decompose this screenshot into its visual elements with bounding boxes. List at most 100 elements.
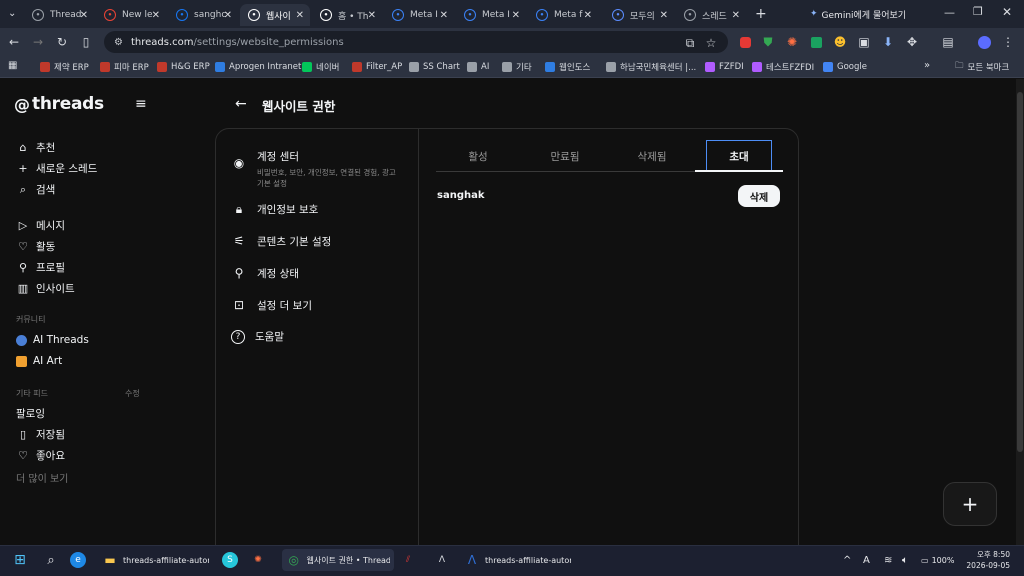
bookmark-item[interactable]: AI (467, 60, 489, 74)
browser-menu-icon[interactable]: ⋮ (1000, 34, 1016, 50)
more-feeds-link[interactable]: 더 많이 보기 (16, 470, 68, 485)
forward-icon[interactable]: → (30, 34, 46, 50)
settings-menu-item[interactable]: ⚲ 계정 상태 (231, 265, 299, 281)
close-tab-icon[interactable]: ✕ (152, 10, 160, 21)
bookmark-item[interactable]: 기타 (502, 60, 532, 74)
bookmark-item[interactable]: 피마 ERP (100, 60, 149, 74)
close-tab-icon[interactable]: ✕ (440, 10, 448, 21)
settings-menu-item[interactable]: 🔒︎ 개인정보 보호 (231, 201, 319, 217)
feed-item[interactable]: 팔로잉 (16, 406, 45, 421)
bookmark-item[interactable]: 하남국민체육센터 |... (606, 60, 696, 74)
feeds-edit-link[interactable]: 수정 (125, 388, 140, 399)
site-info-icon[interactable]: ⚙ (114, 37, 123, 48)
settings-menu-item[interactable]: ? 도움말 (231, 329, 284, 344)
extension-download-icon[interactable]: ⬇ (880, 34, 896, 50)
browser-tab[interactable]: • Meta I ✕ (456, 4, 526, 26)
back-icon[interactable]: ← (6, 34, 22, 50)
clock[interactable]: 오후 8:50 2026-09-05 (966, 549, 1010, 571)
extension-camera-icon[interactable]: ▣ (856, 34, 872, 50)
tab-groups-icon[interactable]: ▤ (940, 34, 956, 50)
bookmark-item[interactable]: SS Chart (409, 60, 460, 74)
feed-item[interactable]: ♡ 좋아요 (16, 448, 65, 463)
close-tab-icon[interactable]: ✕ (80, 10, 88, 21)
extension-shield-icon[interactable]: ⛊ (760, 34, 776, 50)
close-tab-icon[interactable]: ✕ (368, 10, 376, 21)
close-tab-icon[interactable]: ✕ (732, 10, 740, 21)
taskbar-app-burst[interactable]: ✺ (250, 549, 271, 571)
close-tab-icon[interactable]: ✕ (584, 10, 592, 21)
address-bar[interactable]: ⚙ threads.com /settings/website_permissi… (104, 31, 728, 53)
sidebar-nav-item[interactable]: ⚲ 프로필 (16, 260, 65, 275)
browser-tab[interactable]: • 홈 • Th ✕ (312, 4, 382, 26)
menu-hamburger-icon[interactable]: ≡ (135, 96, 147, 112)
threads-logo[interactable]: @ threads (14, 94, 104, 114)
gemini-button[interactable]: ✦ Gemini에게 물어보기 (810, 5, 920, 23)
ime-indicator[interactable]: A (863, 549, 870, 571)
taskbar-edge[interactable]: e (70, 549, 91, 571)
bookmark-item[interactable]: FZFDI (705, 60, 744, 74)
browser-tab[interactable]: • 스레드 ✕ (676, 4, 746, 26)
settings-menu-item[interactable]: ⊡ 설정 더 보기 (231, 297, 312, 313)
sidebar-nav-item[interactable]: ▥ 인사이트 (16, 281, 75, 296)
community-item[interactable]: AI Threads (16, 334, 89, 346)
browser-tab[interactable]: • Meta I ✕ (384, 4, 454, 26)
battery-status[interactable]: ▭ 100% (921, 549, 954, 571)
tray-chevron[interactable]: ^ (843, 549, 851, 571)
reload-icon[interactable]: ↻ (54, 34, 70, 50)
volume-icon[interactable]: 🔈︎ (902, 549, 908, 571)
browser-tab[interactable]: • 모두의 ✕ (604, 4, 674, 26)
taskbar-app[interactable]: ▬ threads-affiliate-automa (102, 549, 212, 571)
feed-item[interactable]: ▯ 저장됨 (16, 427, 65, 442)
settings-menu-item[interactable]: ◉ 계정 센터 비밀번호, 보안, 개인정보, 연결된 경험, 광고 기본 설정 (231, 149, 397, 189)
minimize-button[interactable]: — (944, 6, 955, 19)
permission-tab[interactable]: 만료됨 (525, 140, 605, 172)
bookmark-star-icon[interactable]: ☆ (703, 35, 719, 51)
all-bookmarks-button[interactable]: 🗀 모든 북마크 (955, 60, 1009, 74)
taskbar-app[interactable]: Λthreads-affiliate-automa (464, 549, 574, 571)
apps-grid-icon[interactable]: ▦ (8, 60, 17, 71)
sidebar-nav-item[interactable]: ♡ 활동 (16, 239, 55, 254)
extension-burst-icon[interactable]: ✺ (784, 34, 800, 50)
sidepanel-icon[interactable]: ▯ (78, 34, 94, 50)
browser-tab[interactable]: • sanghc ✕ (168, 4, 238, 26)
browser-tab[interactable]: • Thread ✕ (24, 4, 94, 26)
sidebar-nav-item[interactable]: ⌕ 검색 (16, 182, 55, 197)
bookmark-item[interactable]: 네이버 (302, 60, 339, 74)
sidebar-nav-item[interactable]: ⌂ 추천 (16, 140, 56, 155)
start-button[interactable]: ⊞ (12, 549, 33, 571)
extension-red-icon[interactable] (737, 34, 753, 50)
taskbar-app-lines[interactable]: ⫽ (400, 549, 421, 571)
wifi-icon[interactable]: ≋ (884, 549, 892, 571)
profile-avatar-icon[interactable] (976, 34, 992, 50)
compose-button[interactable]: + (943, 482, 997, 526)
close-window-button[interactable]: ✕ (1002, 5, 1012, 19)
bookmark-item[interactable]: 웹인도스 (545, 60, 590, 74)
new-tab-button[interactable]: + (755, 6, 767, 22)
delete-invite-button[interactable]: 삭제 (738, 185, 780, 207)
extension-smile-icon[interactable]: ☻ (832, 34, 848, 50)
browser-tab[interactable]: • 웹사이 ✕ (240, 4, 310, 26)
back-arrow-icon[interactable]: ← (235, 96, 247, 112)
bookmarks-overflow-icon[interactable]: » (924, 60, 930, 71)
taskbar-search-button[interactable]: ⌕ (43, 549, 64, 571)
close-tab-icon[interactable]: ✕ (660, 10, 668, 21)
taskbar-app[interactable]: ◎ 웹사이트 권한 • Threads (282, 549, 394, 571)
bookmark-item[interactable]: 제약 ERP (40, 60, 89, 74)
taskbar-app-a[interactable]: Λ (434, 549, 455, 571)
close-tab-icon[interactable]: ✕ (512, 10, 520, 21)
browser-tab[interactable]: • New le ✕ (96, 4, 166, 26)
close-tab-icon[interactable]: ✕ (296, 10, 304, 21)
bookmark-item[interactable]: 테스트FZFDI (752, 60, 814, 74)
community-item[interactable]: AI Art (16, 355, 62, 367)
maximize-button[interactable]: ❐ (973, 5, 983, 18)
extension-check-icon[interactable] (808, 34, 824, 50)
extensions-puzzle-icon[interactable]: ✥ (904, 34, 920, 50)
permission-tab[interactable]: 삭제됨 (612, 140, 692, 172)
bookmark-item[interactable]: H&G ERP (157, 60, 210, 74)
sidebar-nav-item[interactable]: ▷ 메시지 (16, 218, 65, 233)
page-scrollbar-thumb[interactable] (1017, 92, 1023, 452)
bookmark-item[interactable]: Aprogen Intranet (215, 60, 301, 74)
sidebar-nav-item[interactable]: + 새로운 스레드 (16, 161, 97, 176)
permission-tab[interactable]: 활성 (438, 140, 518, 172)
tab-search-icon[interactable]: ⌄ (8, 8, 16, 19)
